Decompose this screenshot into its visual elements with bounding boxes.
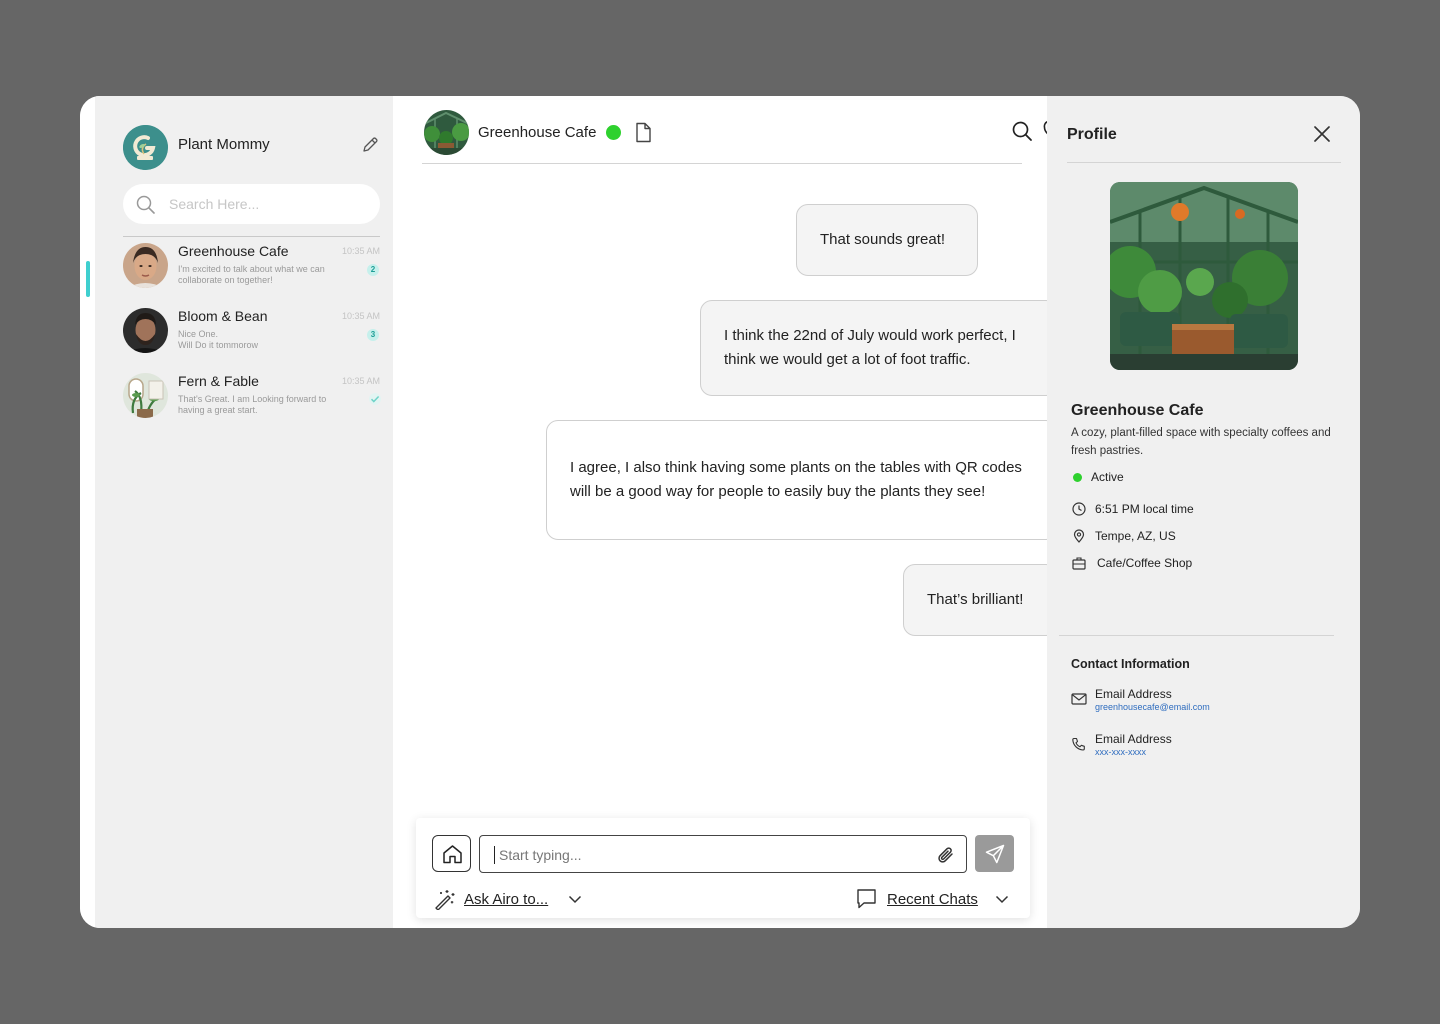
profile-title: Profile [1067,126,1117,143]
location-text: Tempe, AZ, US [1095,529,1176,543]
profile-photo [1110,182,1298,370]
contact-avatar [123,243,168,288]
search-input[interactable] [169,194,364,214]
message-bubble-received: I agree, I also think having some plants… [546,420,1058,540]
recent-chats-label: Recent Chats [887,891,978,908]
chat-preview-line: Nice One. [178,329,219,339]
business-name: Greenhouse Cafe [1071,402,1204,419]
online-status-dot [606,125,621,140]
briefcase-icon [1072,557,1086,570]
contact-avatar [123,308,168,353]
chat-time: 10:35 AM [341,311,380,321]
chat-name: Greenhouse Cafe [178,243,289,259]
profile-divider [1067,162,1341,163]
chat-time: 10:35 AM [341,246,380,256]
close-icon[interactable] [1313,125,1331,143]
mail-icon [1071,693,1087,705]
user-avatar[interactable] [123,125,168,170]
list-divider [123,236,380,237]
send-button[interactable] [975,835,1014,872]
chat-preview-line: Will Do it tommorow [178,340,259,350]
header-divider [422,163,1022,164]
local-time-text: 6:51 PM local time [1095,502,1194,516]
check-icon [369,393,381,405]
chat-list-item-fern-and-fable[interactable]: Fern & Fable 10:35 AM That's Great. I am… [123,373,383,429]
contact-name: Greenhouse Cafe [478,124,597,141]
contact-email-link[interactable]: greenhousecafe@email.com [1095,702,1210,712]
edit-icon[interactable] [361,136,379,154]
category-text: Cafe/Coffee Shop [1097,556,1193,570]
contact-phone-link[interactable]: xxx-xxx-xxxx [1095,747,1146,757]
chat-preview: Nice One. Will Do it tommorow [178,329,328,351]
ask-airo-label: Ask Airo to... [464,891,549,908]
profile-divider [1059,635,1334,636]
unread-badge: 2 [367,264,379,276]
phone-icon [1072,737,1085,751]
contact-avatar[interactable] [424,110,469,155]
message-bubble-sent: That sounds great! [796,204,978,276]
chat-name: Bloom & Bean [178,308,268,324]
search-bar [123,184,380,224]
sidebar-panel: Plant Mommy Search Here... Greenhouse Ca… [95,96,393,928]
search-icon [136,195,155,214]
chevron-down-icon [568,895,582,904]
chat-bubble-icon [857,889,876,909]
message-input[interactable] [499,845,919,865]
paperclip-icon[interactable] [936,845,956,865]
chat-sidebar: Plant Mommy Search Here... Greenhouse Ca… [80,96,393,928]
unread-badge: 3 [367,329,379,341]
active-status-dot [1073,473,1082,482]
chat-time: 10:35 AM [341,376,380,386]
user-name: Plant Mommy [178,136,270,153]
message-composer: Ask Airo to... Recent Chats [416,818,1030,918]
text-caret [494,846,495,864]
active-status-text: Active [1091,470,1124,484]
location-pin-icon [1073,529,1085,543]
home-button[interactable] [432,835,471,872]
contact-info-title: Contact Information [1071,657,1190,671]
contact-label: Email Address [1095,687,1172,701]
business-description: A cozy, plant-filled space with specialt… [1071,427,1331,457]
search-icon[interactable] [1011,120,1033,142]
contact-label: Email Address [1095,732,1172,746]
recent-chats-button[interactable]: Recent Chats [856,888,1016,912]
message-bubble-sent: That’s brilliant! [903,564,1058,636]
app-window: Plant Mommy Search Here... Greenhouse Ca… [80,96,1360,928]
clock-icon [1072,502,1086,516]
chat-main: Greenhouse Cafe That sounds great! I thi… [393,96,1095,928]
chat-name: Fern & Fable [178,373,259,389]
message-input-field [479,835,967,873]
home-icon [443,845,462,864]
message-bubble-sent: I think the 22nd of July would work perf… [700,300,1058,396]
chat-list-item-greenhouse-cafe[interactable]: Greenhouse Cafe 10:35 AM I'm excited to … [123,243,383,299]
chat-preview: That's Great. I am Looking forward to ha… [178,394,327,415]
active-chat-indicator [86,261,90,297]
magic-wand-icon [435,890,455,910]
chat-preview: I'm excited to talk about what we can co… [178,264,325,285]
document-icon[interactable] [634,122,653,143]
send-icon [985,844,1005,864]
chevron-down-icon [995,895,1009,904]
chat-list-item-bloom-and-bean[interactable]: Bloom & Bean 10:35 AM Nice One. Will Do … [123,308,383,364]
profile-panel: Profile Greenhouse Cafe A cozy, plant-fi… [1047,96,1360,928]
contact-avatar [123,373,168,418]
